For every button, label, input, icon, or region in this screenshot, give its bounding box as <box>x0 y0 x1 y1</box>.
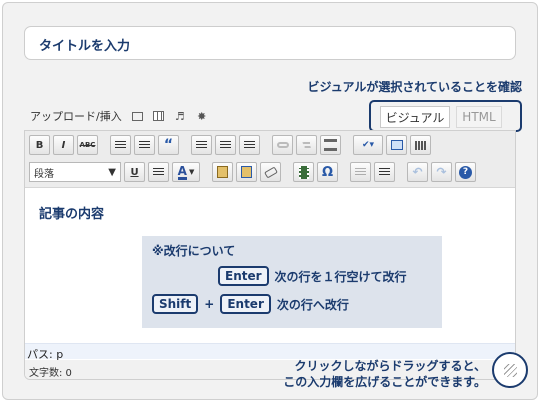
justify-button[interactable] <box>148 162 169 182</box>
align-center-icon <box>220 140 231 150</box>
content-heading: 記事の内容 <box>39 207 105 222</box>
more-tag-icon <box>324 139 337 151</box>
toolbar-separator <box>341 163 347 181</box>
indent-icon <box>379 167 390 177</box>
resize-note: クリックしながらドラッグすると、 この入力欄を広げることができます。 <box>250 358 486 390</box>
undo-icon: ↶ <box>412 165 423 179</box>
italic-button[interactable]: I <box>53 135 74 155</box>
paste-word-button[interactable] <box>236 162 257 182</box>
fullscreen-icon <box>390 140 403 150</box>
bullet-list-button[interactable] <box>110 135 131 155</box>
editor-content[interactable]: 記事の内容 ※改行について Enter 次の行を１行空けて改行 Shift + … <box>25 189 515 339</box>
text-color-icon: A <box>177 163 187 180</box>
outdent-button[interactable] <box>350 162 371 182</box>
justify-icon <box>153 167 164 177</box>
omega-icon: Ω <box>321 164 334 180</box>
title-input[interactable]: タイトルを入力 <box>24 26 516 60</box>
upload-bar: アップロード/挿入 ♬ ✸ <box>30 108 208 124</box>
indent-button[interactable] <box>374 162 395 182</box>
spellcheck-icon: ✔▾ <box>361 140 375 150</box>
insert-more-button[interactable] <box>320 135 341 155</box>
toolbar-separator <box>284 163 290 181</box>
resize-note-line-2: この入力欄を広げることができます。 <box>283 375 486 389</box>
align-right-icon <box>244 140 255 150</box>
help-button[interactable]: ? <box>455 162 476 182</box>
editor-toolbar: B I ABC “ ✔▾ 段落 ▼ U A ▼ Ω ↶ ↷ ? <box>25 131 515 188</box>
enter-key: Enter <box>218 266 269 286</box>
path-bar: パス: p <box>25 343 515 361</box>
special-char-button[interactable]: Ω <box>317 162 338 182</box>
bold-button[interactable]: B <box>29 135 50 155</box>
bullet-list-icon <box>115 140 126 150</box>
paste-word-icon <box>241 166 252 178</box>
outdent-icon <box>355 167 366 177</box>
enter-description: 次の行を１行空けて改行 <box>274 269 407 284</box>
media-icon[interactable]: ✸ <box>196 110 208 123</box>
enter-line: Enter 次の行を１行空けて改行 <box>218 266 407 286</box>
info-title: ※改行について <box>152 244 236 258</box>
align-left-icon <box>196 140 207 150</box>
paste-text-button[interactable] <box>212 162 233 182</box>
toolbar-separator <box>344 136 350 154</box>
unlink-icon <box>300 142 313 148</box>
blockquote-button[interactable]: “ <box>158 135 179 155</box>
film-icon <box>298 165 309 179</box>
shift-key: Shift <box>152 294 199 314</box>
numbered-list-button[interactable] <box>134 135 155 155</box>
enter-key: Enter <box>220 294 271 314</box>
align-left-button[interactable] <box>191 135 212 155</box>
kitchen-sink-button[interactable] <box>410 135 431 155</box>
insert-media-button[interactable] <box>293 162 314 182</box>
redo-icon: ↷ <box>436 165 447 179</box>
remove-format-button[interactable] <box>260 162 281 182</box>
align-right-button[interactable] <box>239 135 260 155</box>
strike-icon: ABC <box>79 141 96 149</box>
gallery-icon[interactable] <box>152 111 164 121</box>
help-icon: ? <box>459 165 472 179</box>
toolbar-separator <box>101 136 107 154</box>
format-select-value: 段落 <box>34 168 54 180</box>
spellcheck-button[interactable]: ✔▾ <box>353 135 383 155</box>
align-center-button[interactable] <box>215 135 236 155</box>
eraser-icon <box>263 165 278 179</box>
undo-button[interactable]: ↶ <box>407 162 428 182</box>
strikethrough-button[interactable]: ABC <box>77 135 98 155</box>
quote-icon: “ <box>163 137 174 153</box>
chevron-down-icon: ▼ <box>108 166 116 178</box>
insert-link-button[interactable] <box>272 135 293 155</box>
toolbar-row-1: B I ABC “ ✔▾ <box>29 134 431 156</box>
chevron-down-icon: ▼ <box>188 168 195 176</box>
toolbar-separator <box>398 163 404 181</box>
confirm-visual-note: ビジュアルが選択されていることを確認 <box>307 80 522 94</box>
text-color-button[interactable]: A ▼ <box>172 162 200 182</box>
resize-handle-highlight <box>492 352 528 388</box>
image-icon[interactable] <box>131 111 143 121</box>
format-select[interactable]: 段落 ▼ <box>29 162 121 182</box>
toolbar-separator <box>182 136 188 154</box>
music-icon[interactable]: ♬ <box>174 110 186 123</box>
underline-icon: U <box>130 166 139 178</box>
tab-html[interactable]: HTML <box>456 106 502 128</box>
kitchen-sink-icon <box>414 140 427 150</box>
redo-button[interactable]: ↷ <box>431 162 452 182</box>
numbered-list-icon <box>139 140 150 150</box>
unlink-button[interactable] <box>296 135 317 155</box>
upload-label: アップロード/挿入 <box>30 110 122 123</box>
link-icon <box>276 142 289 148</box>
line-break-info-box: ※改行について Enter 次の行を１行空けて改行 Shift + Enter … <box>142 236 442 328</box>
italic-icon: I <box>61 139 66 151</box>
editor-area: B I ABC “ ✔▾ 段落 ▼ U A ▼ Ω ↶ ↷ ? 記事の内容 ※改… <box>24 130 516 380</box>
toolbar-row-2: 段落 ▼ U A ▼ Ω ↶ ↷ ? <box>29 161 476 183</box>
underline-button[interactable]: U <box>124 162 145 182</box>
shift-enter-description: 次の行へ改行 <box>276 297 349 312</box>
paste-text-icon <box>217 166 228 178</box>
plus-sign: + <box>204 297 215 311</box>
toolbar-separator <box>263 136 269 154</box>
toolbar-separator <box>203 163 209 181</box>
resize-note-line-1: クリックしながらドラッグすると、 <box>294 359 486 373</box>
tab-visual[interactable]: ビジュアル <box>380 106 450 128</box>
shift-enter-line: Shift + Enter 次の行へ改行 <box>152 294 349 314</box>
fullscreen-button[interactable] <box>386 135 407 155</box>
resize-grip-icon[interactable] <box>504 364 517 377</box>
